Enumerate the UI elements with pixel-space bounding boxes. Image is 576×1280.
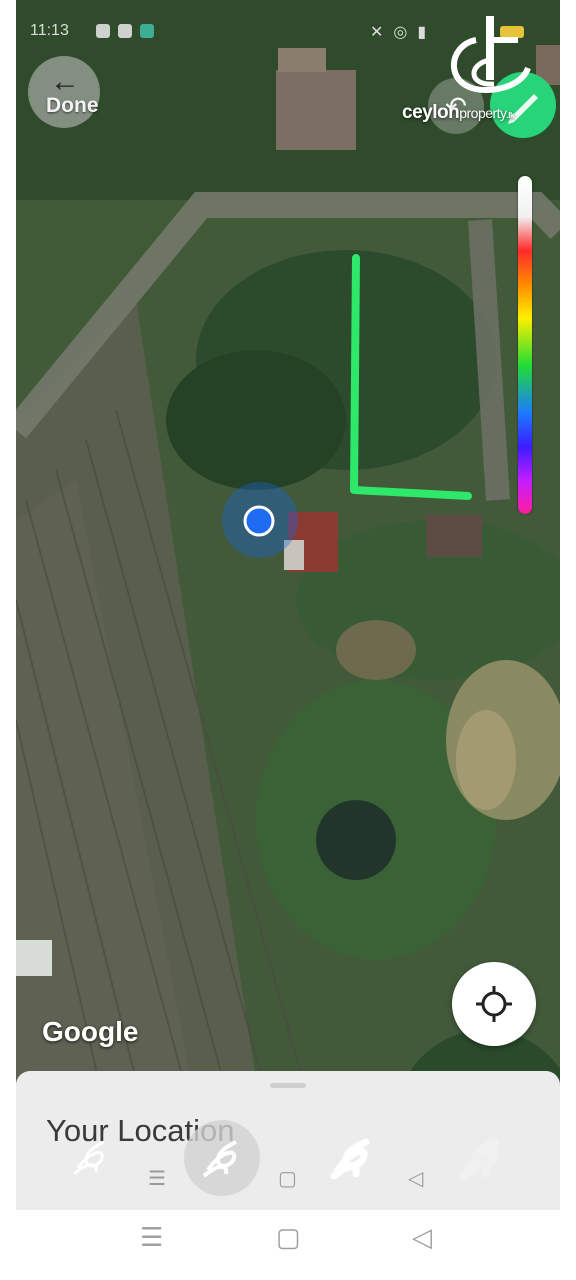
brush-pattern-icon[interactable] (459, 1137, 501, 1181)
messenger-icon (140, 24, 154, 38)
chat-icon (96, 24, 110, 38)
google-attribution: Google (42, 1016, 139, 1047)
ceylonproperty-logo-icon (450, 16, 531, 94)
my-location-button[interactable] (452, 962, 536, 1046)
home-icon[interactable]: ▢ (276, 1222, 301, 1253)
watermark-brand-tld: .lk (506, 111, 515, 120)
brush-thin-icon[interactable] (73, 1140, 105, 1176)
notification-icons (96, 24, 154, 38)
brush-thick-icon[interactable] (330, 1138, 370, 1180)
brush-toolbar (0, 1122, 576, 1210)
youtube-icon (118, 24, 132, 38)
color-picker-slider[interactable] (518, 176, 532, 514)
done-label: Done (46, 94, 99, 117)
watermark-text: ceylonproperty.lk (402, 102, 514, 124)
status-time: 11:13 (30, 22, 69, 39)
menu-icon[interactable]: ☰ (140, 1222, 163, 1253)
sheet-drag-handle[interactable] (270, 1083, 306, 1088)
done-button[interactable]: ← Done (28, 56, 100, 128)
watermark-logo: ceylonproperty.lk (402, 10, 562, 130)
crosshair-icon (476, 986, 512, 1022)
mute-icon: ✕ (370, 24, 384, 41)
watermark-brand-sub: property (459, 105, 507, 121)
brush-marker-icon[interactable] (202, 1140, 237, 1178)
watermark-brand: ceylon (402, 102, 460, 123)
back-icon[interactable]: ◁ (412, 1222, 432, 1253)
